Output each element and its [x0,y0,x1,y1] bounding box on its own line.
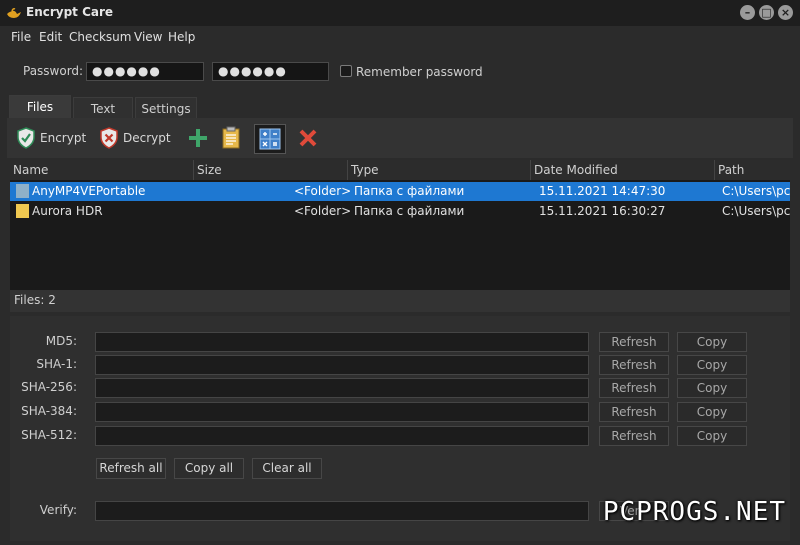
shield-check-icon [17,127,35,149]
lamp-icon [7,8,21,18]
shield-x-icon [100,127,118,149]
folder-icon [16,204,29,218]
menu-bar: File Edit Checksum View Help [0,26,800,48]
status-bar: Files: 2 [10,290,790,312]
encrypt-label: Encrypt [40,131,87,145]
decrypt-button[interactable]: Decrypt [99,124,171,152]
col-header-name[interactable]: Name [10,160,194,180]
file-size: <Folder> [294,184,352,198]
minimize-button[interactable]: – [740,5,755,20]
sha256-label: SHA-256: [21,380,77,394]
copy-all-button[interactable]: Copy all [174,458,244,479]
col-header-type[interactable]: Type [348,160,531,180]
sha256-copy-button[interactable]: Copy [677,378,747,398]
sha512-refresh-button[interactable]: Refresh [599,426,669,446]
clear-all-button[interactable]: Clear all [252,458,322,479]
encrypt-button[interactable]: Encrypt [16,124,86,152]
remember-password-checkbox[interactable] [340,65,352,77]
remember-password-label: Remember password [356,65,483,79]
file-date: 15.11.2021 16:30:27 [539,204,666,218]
menu-checksum[interactable]: Checksum [69,30,131,44]
menu-edit[interactable]: Edit [39,30,62,44]
sha1-refresh-button[interactable]: Refresh [599,355,669,375]
col-header-date[interactable]: Date Modified [531,160,715,180]
md5-label: MD5: [45,334,77,348]
password-confirm-input[interactable]: ●●●●●● [212,62,329,81]
file-name: Aurora HDR [32,204,103,218]
sha512-copy-button[interactable]: Copy [677,426,747,446]
file-path: C:\Users\pcp [722,204,790,218]
password-input[interactable]: ●●●●●● [86,62,204,81]
calculator-icon [259,128,281,150]
add-icon[interactable] [185,125,211,151]
sha384-refresh-button[interactable]: Refresh [599,402,669,422]
file-date: 15.11.2021 14:47:30 [539,184,666,198]
sha512-label: SHA-512: [21,428,77,442]
table-row[interactable]: AnyMP4VEPortable <Folder> Папка с файлам… [10,182,790,201]
sha384-label: SHA-384: [21,404,77,418]
col-header-path[interactable]: Path [715,160,790,180]
tab-settings[interactable]: Settings [135,97,197,119]
table-row[interactable]: Aurora HDR <Folder> Папка с файлами 15.1… [10,202,790,221]
folder-icon [16,184,29,198]
verify-field[interactable] [95,501,589,521]
file-size: <Folder> [294,204,352,218]
md5-field[interactable] [95,332,589,352]
file-name: AnyMP4VEPortable [32,184,146,198]
file-type: Папка с файлами [354,184,465,198]
verify-label: Verify: [39,503,77,517]
col-header-size[interactable]: Size [194,160,348,180]
file-list[interactable]: Name Size Type Date Modified Path AnyMP4… [10,160,790,290]
clipboard-icon[interactable] [218,125,244,151]
sha1-copy-button[interactable]: Copy [677,355,747,375]
refresh-all-button[interactable]: Refresh all [96,458,166,479]
sha512-field[interactable] [95,426,589,446]
menu-help[interactable]: Help [168,30,195,44]
title-bar: Encrypt Care – □ × [0,0,800,26]
menu-file[interactable]: File [11,30,31,44]
sha256-refresh-button[interactable]: Refresh [599,378,669,398]
password-label: Password: [23,64,84,78]
sha1-field[interactable] [95,355,589,375]
file-path: C:\Users\pcp [722,184,790,198]
sha256-field[interactable] [95,378,589,398]
sha1-label: SHA-1: [36,357,77,371]
sha384-copy-button[interactable]: Copy [677,402,747,422]
close-button[interactable]: × [778,5,793,20]
window-title: Encrypt Care [26,5,114,19]
tab-text[interactable]: Text [73,97,133,119]
md5-copy-button[interactable]: Copy [677,332,747,352]
delete-icon[interactable] [295,125,321,151]
checksum-calculator-button[interactable] [254,124,286,154]
maximize-button[interactable]: □ [759,5,774,20]
md5-refresh-button[interactable]: Refresh [599,332,669,352]
tab-files[interactable]: Files [9,95,71,119]
decrypt-label: Decrypt [123,131,171,145]
file-type: Папка с файлами [354,204,465,218]
file-count: Files: 2 [14,293,56,307]
watermark: PCPROGS.NET [602,497,786,527]
sha384-field[interactable] [95,402,589,422]
menu-view[interactable]: View [134,30,162,44]
